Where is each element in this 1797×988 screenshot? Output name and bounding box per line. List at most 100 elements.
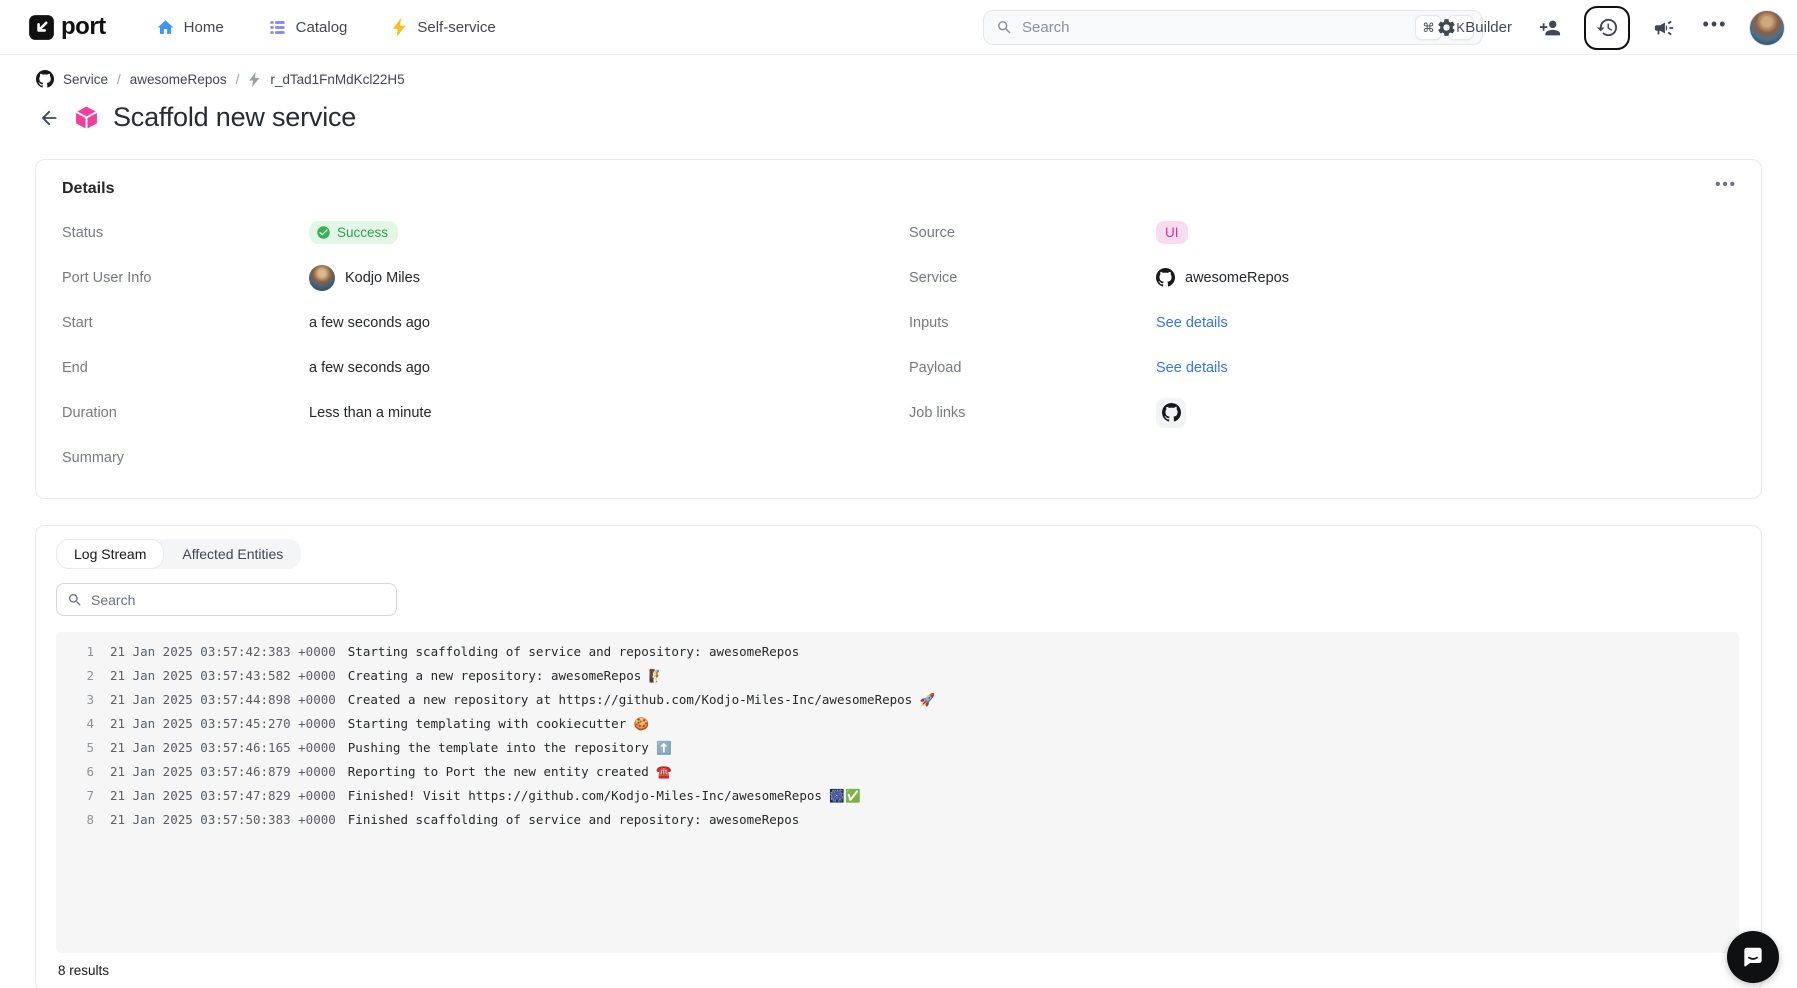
runs-history-button[interactable] [1584,6,1630,50]
nav-self-service-label: Self-service [417,19,495,36]
log-line: 321 Jan 2025 03:57:44:898 +0000Created a… [82,688,1739,712]
global-search[interactable]: ⌘ K [983,10,1483,45]
detail-row-source: Source UI [903,210,1737,255]
detail-label: Summary [56,450,309,466]
duration-value: Less than a minute [309,405,432,421]
builder-label: Builder [1465,19,1512,36]
search-icon [67,592,83,608]
topbar: port Home Catalog Self-service ⌘ K [0,0,1797,55]
breadcrumb-entity[interactable]: awesomeRepos [130,72,227,87]
nav-catalog[interactable]: Catalog [268,18,348,37]
tab-log-stream[interactable]: Log Stream [56,539,164,569]
user-mini-avatar [309,265,335,291]
search-icon [996,19,1013,36]
job-link-github-button[interactable] [1156,398,1186,428]
detail-label: Job links [903,405,1156,421]
detail-row-service: Service awesomeRepos [903,255,1737,300]
detail-label: Duration [56,405,309,421]
detail-label: Source [903,225,1156,241]
user-avatar[interactable] [1749,10,1785,46]
detail-row-job-links: Job links [903,390,1737,435]
user-name: Kodjo Miles [345,270,420,286]
port-logo[interactable]: port [28,13,106,41]
main-nav: Home Catalog Self-service [156,18,496,37]
detail-row-port-user-info: Port User Info Kodjo Miles [56,255,903,300]
log-card: Log Stream Affected Entities 121 Jan 202… [35,525,1762,988]
breadcrumb: Service / awesomeRepos / r_dTad1FnMdKcl2… [36,70,1797,88]
ellipsis-icon: ••• [1703,19,1728,37]
log-line: 821 Jan 2025 03:57:50:383 +0000Finished … [82,808,1739,832]
nav-home[interactable]: Home [156,18,224,37]
back-arrow-icon[interactable] [38,107,60,129]
log-stream-view: 121 Jan 2025 03:57:42:383 +0000Starting … [56,632,1739,953]
pink-cube-icon [74,105,99,130]
github-icon [1156,268,1175,287]
page-title: Scaffold new service [113,102,356,133]
detail-label: Service [903,270,1156,286]
inputs-see-details-link[interactable]: See details [1156,315,1228,331]
log-line: 721 Jan 2025 03:57:47:829 +0000Finished!… [82,784,1739,808]
port-logo-text: port [61,13,106,41]
details-title: Details [62,180,1737,198]
more-options-button[interactable]: ••• [1698,11,1732,45]
invite-user-button[interactable] [1533,11,1567,45]
breadcrumb-run-id: r_dTad1FnMdKcl22H5 [270,72,404,87]
detail-row-payload: Payload See details [903,345,1737,390]
detail-label: Port User Info [56,270,309,286]
breadcrumb-separator: / [236,72,240,87]
lightning-icon [391,18,408,37]
home-icon [156,18,175,37]
end-value: a few seconds ago [309,360,430,376]
tab-affected-entities[interactable]: Affected Entities [164,539,301,569]
detail-label: Start [56,315,309,331]
title-row: Scaffold new service [38,102,1797,133]
person-add-icon [1539,17,1561,39]
details-menu-button[interactable]: ••• [1715,176,1737,193]
search-input[interactable] [1022,19,1410,36]
details-right-column: Source UI Service awesomeRepos Inputs Se… [903,210,1737,480]
log-line: 421 Jan 2025 03:57:45:270 +0000Starting … [82,712,1739,736]
details-left-column: Status Success Port User Info Kodjo Mile… [56,210,903,480]
catalog-list-icon [268,18,287,37]
breadcrumb-service[interactable]: Service [63,72,108,87]
payload-see-details-link[interactable]: See details [1156,360,1228,376]
log-tabs: Log Stream Affected Entities [56,539,301,569]
detail-label: Payload [903,360,1156,376]
chat-bubble-icon [1740,944,1766,970]
builder-button[interactable]: Builder [1436,17,1512,38]
detail-row-end: End a few seconds ago [56,345,903,390]
source-badge: UI [1156,221,1188,244]
detail-label: Status [56,225,309,241]
announcements-button[interactable] [1647,11,1681,45]
github-icon [1162,403,1181,422]
log-search[interactable] [56,583,397,616]
status-badge: Success [309,221,398,244]
log-line: 121 Jan 2025 03:57:42:383 +0000Starting … [82,640,1739,664]
chat-launcher-button[interactable] [1727,931,1779,983]
service-entity-link[interactable]: awesomeRepos [1156,268,1289,287]
history-clock-icon [1596,16,1619,39]
run-bolt-icon [248,72,261,87]
details-grid: Status Success Port User Info Kodjo Mile… [56,210,1737,480]
detail-row-status: Status Success [56,210,903,255]
detail-row-summary: Summary [56,435,903,480]
nav-catalog-label: Catalog [296,19,348,36]
detail-row-inputs: Inputs See details [903,300,1737,345]
nav-self-service[interactable]: Self-service [391,18,495,37]
results-count: 8 results [58,963,1739,978]
gear-icon [1436,17,1457,38]
start-value: a few seconds ago [309,315,430,331]
details-card: Details ••• Status Success Port User Inf… [35,159,1762,499]
detail-row-start: Start a few seconds ago [56,300,903,345]
breadcrumb-separator: / [117,72,121,87]
log-line: 621 Jan 2025 03:57:46:879 +0000Reporting… [82,760,1739,784]
detail-label: End [56,360,309,376]
detail-row-duration: Duration Less than a minute [56,390,903,435]
log-line: 521 Jan 2025 03:57:46:165 +0000Pushing t… [82,736,1739,760]
port-logo-icon [28,14,55,41]
github-icon [36,70,54,88]
topbar-actions: Builder ••• [1436,0,1785,55]
nav-home-label: Home [184,19,224,36]
log-search-input[interactable] [91,592,386,608]
detail-label: Inputs [903,315,1156,331]
